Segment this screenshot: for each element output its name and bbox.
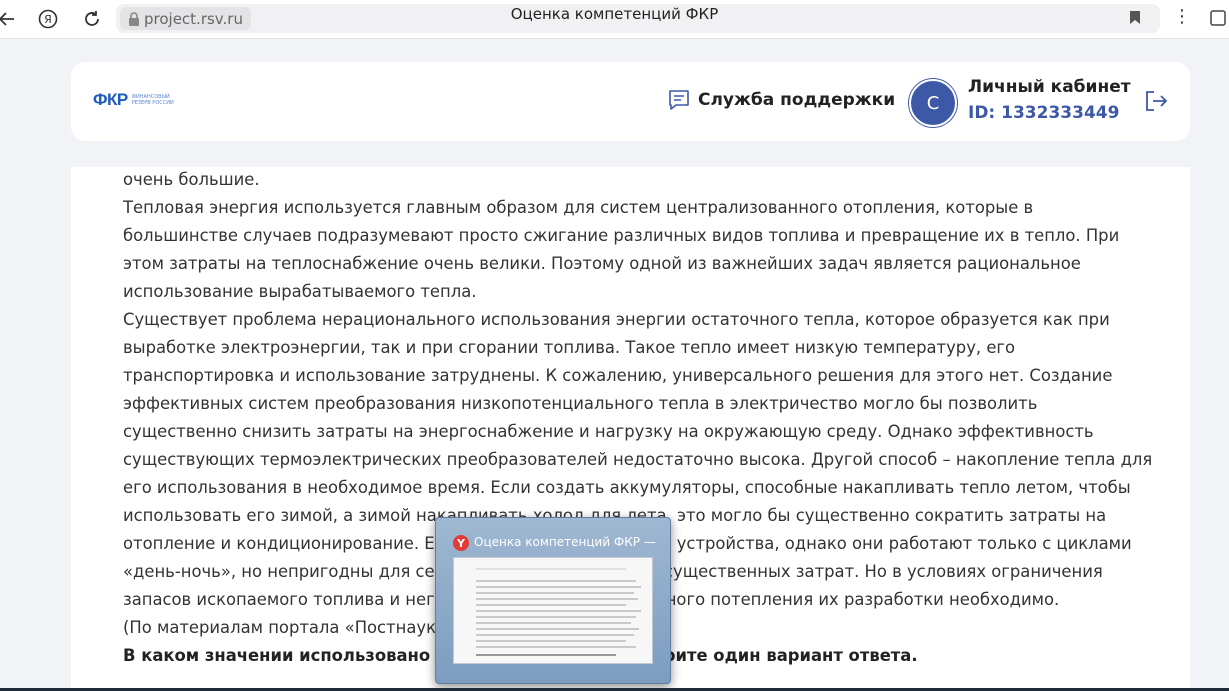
logo-subtitle: ФИНАНСОВЫЙ РЕЗЕРВ РОССИИ bbox=[131, 94, 174, 106]
logout-icon[interactable] bbox=[1144, 90, 1168, 112]
site-header: ФКР ФИНАНСОВЫЙ РЕЗЕРВ РОССИИ Служба подд… bbox=[71, 62, 1190, 141]
address-bar[interactable]: project.rsv.ru bbox=[116, 4, 1160, 33]
thumbnail-preview[interactable] bbox=[453, 557, 653, 664]
extension-icon[interactable] bbox=[1208, 8, 1228, 28]
thumbnail-title: Оценка компетенций ФКР — Я... bbox=[474, 535, 659, 549]
paragraph: очень большие. bbox=[123, 170, 260, 189]
user-id: ID: 1332333449 bbox=[968, 103, 1120, 123]
url-chip[interactable]: project.rsv.ru bbox=[120, 7, 251, 30]
reload-icon[interactable] bbox=[77, 4, 107, 34]
more-menu-icon[interactable]: ⋮ bbox=[1173, 6, 1191, 27]
paragraph: Тепловая энергия используется главным об… bbox=[123, 198, 1120, 301]
lock-icon bbox=[129, 12, 139, 26]
url-text: project.rsv.ru bbox=[144, 9, 243, 28]
taskbar-thumbnail[interactable]: Y Оценка компетенций ФКР — Я... bbox=[435, 517, 671, 684]
cabinet-link[interactable]: Личный кабинет bbox=[968, 77, 1131, 97]
logo-mark: ФКР bbox=[93, 90, 128, 109]
chat-icon bbox=[669, 90, 689, 110]
avatar[interactable]: C bbox=[909, 79, 957, 127]
support-label: Служба поддержки bbox=[698, 90, 896, 110]
support-button[interactable]: Служба поддержки bbox=[668, 89, 895, 111]
browser-app-icon: Y bbox=[453, 535, 469, 551]
browser-toolbar: Я project.rsv.ru Оценка компетенций ФКР … bbox=[0, 0, 1229, 39]
yandex-letter: Я bbox=[44, 13, 52, 26]
back-arrow-icon[interactable] bbox=[0, 4, 22, 34]
yandex-icon[interactable]: Я bbox=[33, 4, 63, 34]
fkr-logo[interactable]: ФКР ФИНАНСОВЫЙ РЕЗЕРВ РОССИИ bbox=[93, 90, 180, 110]
bookmark-icon[interactable] bbox=[1129, 10, 1141, 25]
